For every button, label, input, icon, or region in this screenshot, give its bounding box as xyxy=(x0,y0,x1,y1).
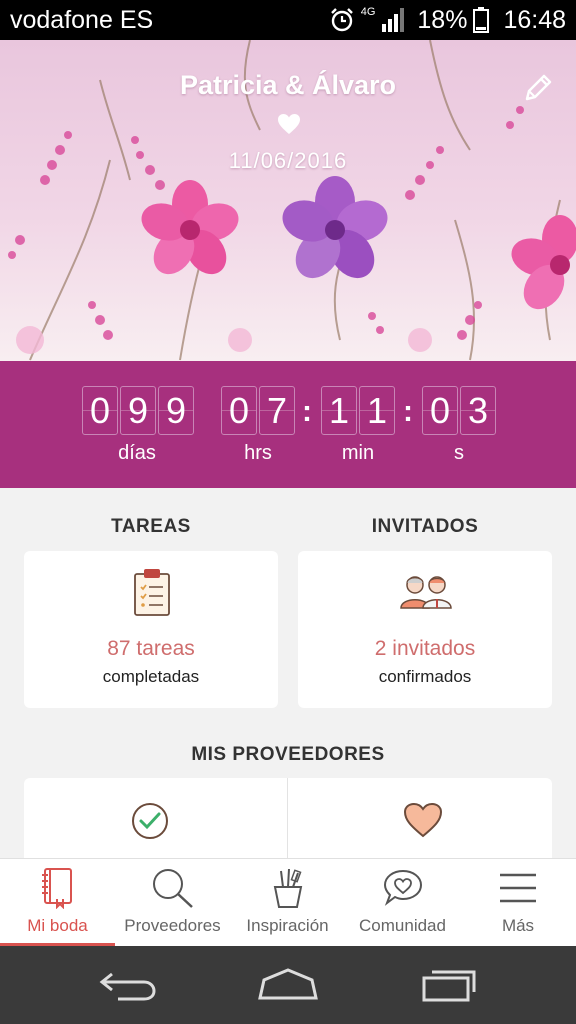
wedding-date: 11/06/2016 xyxy=(228,148,348,173)
heart-bubble-icon xyxy=(383,869,422,906)
hours-digit: 7 xyxy=(259,386,295,435)
tasks-sub: completadas xyxy=(102,667,200,686)
back-icon[interactable] xyxy=(98,968,158,1002)
system-nav-bar xyxy=(0,946,576,1024)
nav-inspiracion[interactable]: Inspiración xyxy=(230,859,345,947)
nav-label: Más xyxy=(501,916,535,935)
nav-comunidad[interactable]: Comunidad xyxy=(345,859,460,947)
heart-icon xyxy=(403,802,443,838)
carrier-label: vodafone ES xyxy=(10,6,154,34)
nav-mas[interactable]: Más xyxy=(460,859,576,947)
clipboard-icon xyxy=(134,569,170,616)
nav-mi-boda[interactable]: Mi boda xyxy=(0,859,115,947)
signal-icon xyxy=(382,8,405,32)
seconds-digit: 0 xyxy=(422,386,458,435)
time-separator: : xyxy=(302,395,312,428)
recents-icon[interactable] xyxy=(420,968,478,1002)
guests-sub: confirmados xyxy=(378,667,472,686)
countdown-panel: 0 9 9 0 7 : 1 1 : 0 3 días hrs min s xyxy=(0,361,576,488)
heart-icon xyxy=(278,114,300,134)
nav-label: Comunidad xyxy=(359,916,446,935)
wedding-header: Patricia & Álvaro 11/06/2016 xyxy=(0,40,576,361)
battery-percent: 18% xyxy=(417,5,468,34)
providers-card xyxy=(24,778,552,868)
couple-names: Patricia & Álvaro xyxy=(179,70,397,100)
nav-label: Proveedores xyxy=(124,916,221,935)
tasks-title: TAREAS xyxy=(111,516,191,537)
days-label: días xyxy=(118,442,156,464)
search-icon xyxy=(152,869,193,908)
hours-digit: 0 xyxy=(221,386,257,435)
seconds-digit: 3 xyxy=(460,386,496,435)
pencil-cup-icon xyxy=(273,868,302,908)
days-digit: 0 xyxy=(82,386,118,435)
guests-count: 2 invitados xyxy=(374,637,476,660)
status-bar: vodafone ES 4G 18% 16:48 xyxy=(0,0,576,40)
bottom-nav: Mi boda Proveedores Inspiración Comunida xyxy=(0,858,576,947)
clock: 16:48 xyxy=(503,5,566,34)
status-icons: 4G 18% 16:48 xyxy=(329,6,566,34)
nav-label: Inspiración xyxy=(246,916,329,935)
guests-icon xyxy=(400,576,452,609)
battery-icon xyxy=(473,7,490,33)
home-icon[interactable] xyxy=(256,968,320,1002)
nav-proveedores[interactable]: Proveedores xyxy=(115,859,230,947)
guests-title: INVITADOS xyxy=(371,516,479,537)
time-separator: : xyxy=(403,395,413,428)
seconds-label: s xyxy=(454,442,464,464)
tasks-count: 87 tareas xyxy=(107,637,195,660)
edit-button[interactable] xyxy=(521,71,555,105)
pencil-icon xyxy=(525,74,552,101)
screen: vodafone ES 4G 18% 16:48 Patricia & Álva… xyxy=(0,0,576,1024)
check-circle-icon xyxy=(132,803,168,839)
alarm-icon xyxy=(330,8,353,32)
nav-label: Mi boda xyxy=(27,916,88,935)
minutes-digit: 1 xyxy=(359,386,395,435)
menu-icon xyxy=(500,873,536,903)
guests-card[interactable]: 2 invitados confirmados xyxy=(298,551,552,708)
favorite-providers-button[interactable] xyxy=(288,778,552,868)
days-digit: 9 xyxy=(158,386,194,435)
notebook-icon xyxy=(41,868,72,909)
hired-providers-button[interactable] xyxy=(24,778,287,868)
network-type-label: 4G xyxy=(360,6,376,18)
days-digit: 9 xyxy=(120,386,156,435)
tasks-card[interactable]: 87 tareas completadas xyxy=(24,551,278,708)
providers-title: MIS PROVEEDORES xyxy=(191,744,385,765)
minutes-digit: 1 xyxy=(321,386,357,435)
